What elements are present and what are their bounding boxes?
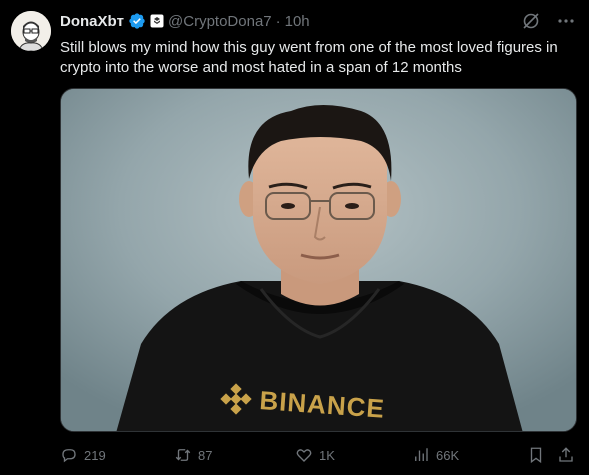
affiliate-badge-icon [150, 14, 164, 28]
bookmark-button[interactable] [527, 444, 545, 466]
tweet-top-actions [521, 11, 575, 31]
like-count: 1K [319, 447, 335, 463]
like-icon [296, 449, 312, 462]
view-count: 66K [436, 447, 460, 463]
reply-button[interactable]: 219 [60, 444, 106, 466]
reply-count: 219 [84, 447, 106, 463]
separator-dot: · [275, 12, 281, 30]
reply-icon [62, 449, 76, 463]
tweet-timestamp[interactable]: 10h [285, 13, 310, 30]
tweet-text: Still blows my mind how this guy went fr… [60, 39, 558, 76]
more-icon[interactable] [557, 12, 575, 30]
tweet-header: DonaXbт @CryptoDona7 · 10h [60, 11, 310, 31]
like-button[interactable]: 1K [295, 444, 335, 466]
author-handle[interactable]: @CryptoDona7 [168, 13, 272, 30]
author-name[interactable]: DonaXbт [60, 13, 124, 30]
repost-button[interactable]: 87 [174, 444, 212, 466]
grok-icon[interactable] [521, 11, 541, 31]
repost-icon [175, 449, 191, 461]
views-button[interactable]: 66K [412, 444, 459, 466]
bookmark-icon [530, 447, 542, 464]
verified-badge-icon [129, 13, 145, 29]
portrait-image: BINANCE [61, 89, 576, 431]
avatar[interactable] [11, 11, 51, 51]
share-icon [559, 447, 573, 462]
repost-count: 87 [198, 447, 213, 463]
avatar-sketch-icon [11, 11, 51, 51]
views-icon [415, 448, 428, 461]
tweet-media-image[interactable]: BINANCE [60, 88, 577, 432]
share-button[interactable] [557, 444, 575, 466]
tweet-action-bar: 219 87 1K 66K [60, 444, 577, 466]
